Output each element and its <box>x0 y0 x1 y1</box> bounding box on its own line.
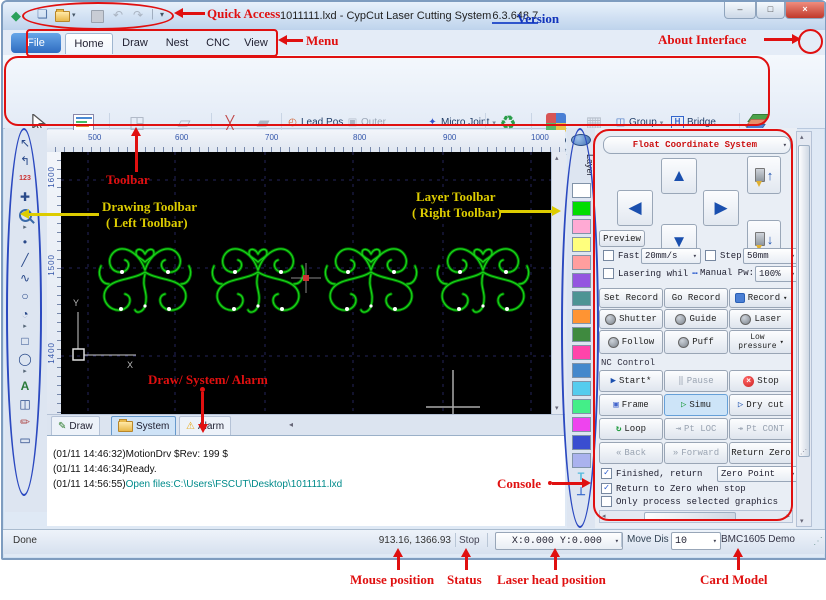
annotation-line <box>183 12 205 15</box>
annotation-quick-access: Quick Access <box>207 6 281 21</box>
log-line: (01/11 14:46:32)MotionDrv $Rev: 199 $ <box>53 449 228 460</box>
annotation-line <box>764 38 792 41</box>
annotation-line <box>554 556 557 570</box>
move-dis-input[interactable]: 10 ▾ <box>671 532 721 550</box>
y-axis-label: Y <box>73 298 80 308</box>
annotation-line <box>287 39 303 42</box>
stop-position-cross <box>426 370 480 414</box>
annotation-console: Console <box>497 476 542 491</box>
annotation-arrow <box>131 127 141 136</box>
card-model-value: BMC1605 Demo <box>721 534 795 545</box>
tab-system-messages[interactable]: System <box>111 416 177 436</box>
annotation-mouse-position: Mouse position <box>350 572 435 587</box>
annotation-line <box>737 556 740 570</box>
annotation-arrow <box>552 206 561 216</box>
move-dis-label: Move Dis <box>627 534 669 545</box>
annotation-about-interface: About Interface <box>658 32 747 47</box>
annotation-line <box>465 556 468 570</box>
tab-scroll-icon[interactable]: ◂ <box>289 420 293 429</box>
log-line: (01/11 14:56:55)Open files:C:\Users\FSCU… <box>53 479 343 490</box>
annotation-arrow <box>198 424 208 433</box>
annotation-arrow <box>278 35 287 45</box>
app-icon[interactable]: ◆ <box>11 8 21 24</box>
annotation-line <box>500 210 552 213</box>
annotation-menu: Menu <box>306 33 339 48</box>
log-line: (01/11 14:46:34)Ready. <box>53 464 157 475</box>
annotation-laser-head-position: Laser head position <box>497 572 606 587</box>
alarm-warning-icon: ⚠ <box>186 421 195 432</box>
origin-axes <box>72 312 136 361</box>
panel-v-scrollbar[interactable]: ▴ ▾ ⋰ <box>796 131 812 527</box>
system-tab-icon <box>118 419 133 432</box>
maximize-button[interactable]: □ <box>756 2 785 19</box>
annotation-left-toolbar-ellipse <box>6 128 42 496</box>
annotation-menu-box <box>26 29 278 57</box>
chevron-down-icon: ▾ <box>712 537 717 546</box>
application-window: ◆ ❏ ▾ ↶ ↷ | ▾ 1011111.lxd - CypCut Laser… <box>0 0 826 600</box>
scrollbar-thumb[interactable] <box>798 145 810 457</box>
thumb-grip-icon: ⋰ <box>800 449 807 456</box>
machine-status-value: Stop <box>459 535 480 546</box>
close-button[interactable]: × <box>785 2 825 19</box>
annotation-ribbon-box <box>4 56 770 126</box>
horizontal-ruler: 500 600 700 800 900 1000 <box>47 130 565 153</box>
message-tab-strip: ✎ Draw System ⚠ Alarm ◂ <box>47 414 565 436</box>
annotation-status: Status <box>447 572 482 587</box>
annotation-card-model: Card Model <box>700 572 768 587</box>
annotation-toolbar: Toolbar <box>106 172 150 187</box>
annotation-line <box>135 136 138 172</box>
scroll-down-icon[interactable]: ▾ <box>800 517 804 525</box>
scroll-up-icon[interactable]: ▴ <box>555 154 559 162</box>
chevron-down-icon: ▾ <box>614 537 619 546</box>
annotation-layer-toolbar: Layer Toolbar <box>416 189 496 204</box>
annotation-arrow <box>174 8 183 18</box>
annotation-line <box>29 213 99 216</box>
annotation-version: Version <box>517 11 560 26</box>
scroll-down-icon[interactable]: ▾ <box>555 404 559 412</box>
annotation-drawing-toolbar: Drawing Toolbar <box>102 199 197 214</box>
annotation-arrow <box>20 209 29 219</box>
vertical-ruler: 1600 1500 1400 <box>47 152 62 414</box>
annotation-arrow <box>582 478 591 488</box>
annotation-help-circle <box>798 29 823 54</box>
annotation-console-box <box>593 129 793 521</box>
resize-grip[interactable]: ⋰ <box>813 536 823 547</box>
window-title: 1011111.lxd - CypCut Laser Cutting Syste… <box>280 10 539 24</box>
minimize-button[interactable]: – <box>724 2 756 19</box>
annotation-line <box>201 392 204 424</box>
annotation-layer-toolbar-2: ( Right Toolbar) <box>412 205 502 220</box>
x-axis-label: X <box>127 360 134 370</box>
annotation-drawing-toolbar-2: ( Left Toolbar) <box>106 215 188 230</box>
annotation-quick-access-ellipse <box>22 2 174 30</box>
tab-draw-messages[interactable]: ✎ Draw <box>51 416 100 436</box>
draw-tab-icon: ✎ <box>58 421 67 432</box>
scroll-up-icon[interactable]: ▴ <box>800 133 804 141</box>
mouse-position-value: 913.16, 1366.93 <box>378 535 451 546</box>
annotation-line <box>397 556 400 570</box>
annotation-line <box>552 482 582 485</box>
status-state: Done <box>13 535 37 546</box>
annotation-draw-system-alarm: Draw/ System/ Alarm <box>148 372 268 387</box>
system-log: (01/11 14:46:32)MotionDrv $Rev: 199 $ (0… <box>47 435 565 526</box>
